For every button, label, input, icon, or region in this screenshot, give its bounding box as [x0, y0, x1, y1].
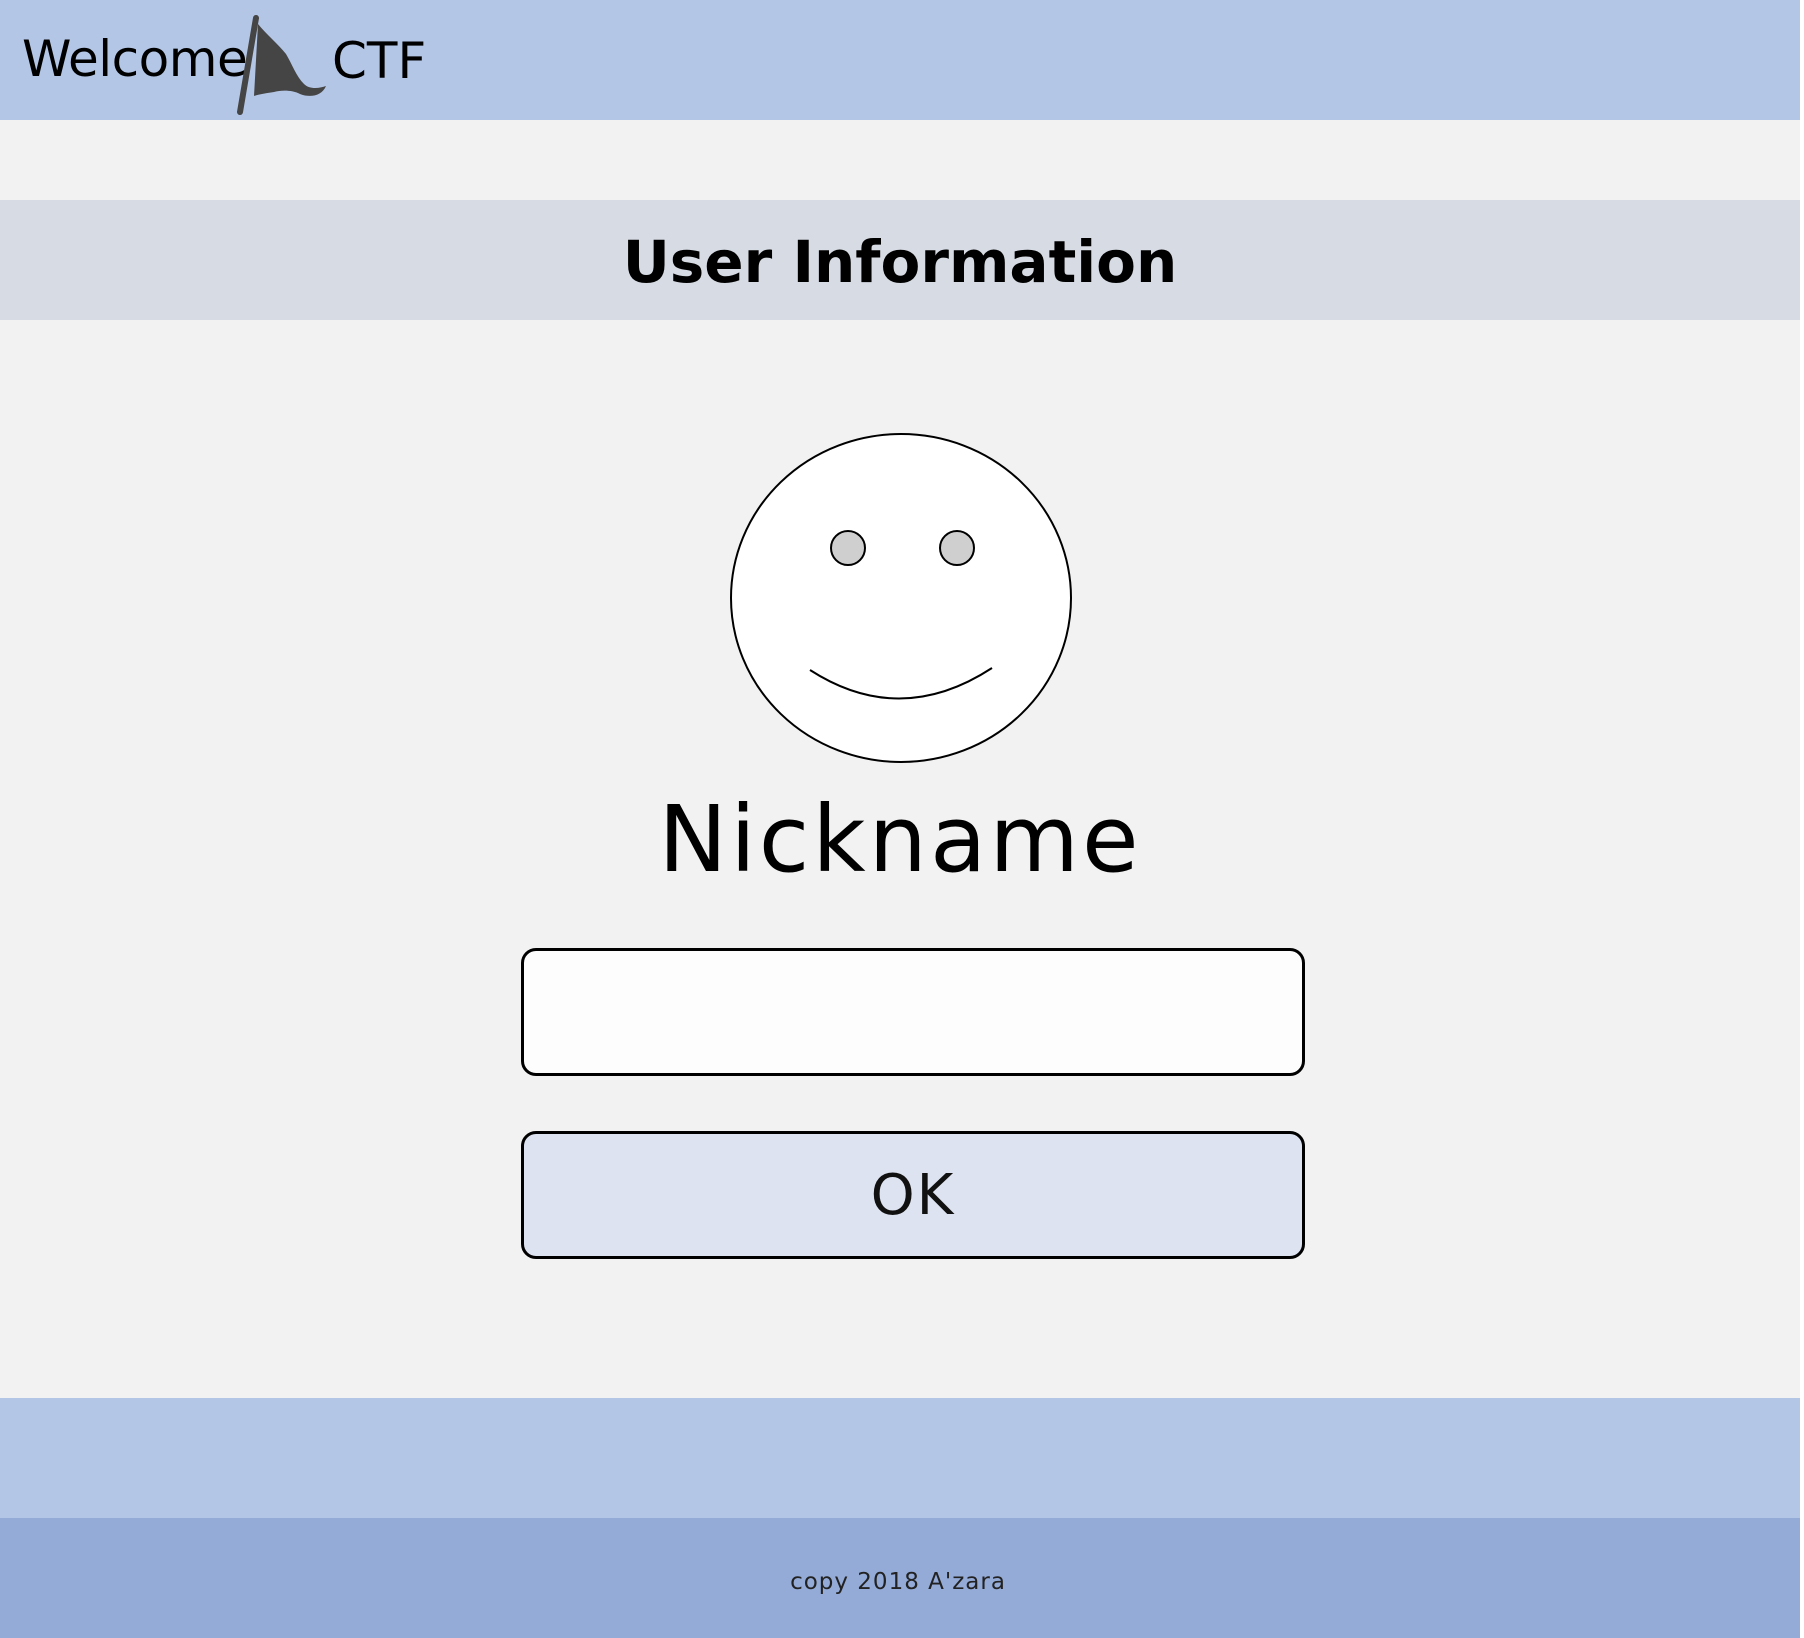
nickname-label: Nickname	[658, 786, 1142, 893]
flag-icon	[237, 15, 326, 115]
nickname-input[interactable]	[521, 948, 1305, 1076]
copyright-text: copy 2018 A'zara	[790, 1569, 1006, 1595]
ok-button[interactable]: OK	[521, 1131, 1305, 1259]
footer-band	[0, 1398, 1800, 1518]
brand-welcome-text: Welcome	[22, 30, 248, 88]
smiley-face-icon	[730, 433, 1072, 763]
brand-ctf-text: CTF	[332, 32, 427, 90]
right-gutter	[1800, 0, 1804, 1638]
header: Welcome CTF	[0, 0, 1800, 120]
page-title: User Information	[622, 228, 1178, 296]
section-header: User Information	[0, 200, 1800, 320]
brand-logo[interactable]: Welcome CTF	[22, 12, 442, 115]
footer: copy 2018 A'zara	[0, 1518, 1800, 1638]
